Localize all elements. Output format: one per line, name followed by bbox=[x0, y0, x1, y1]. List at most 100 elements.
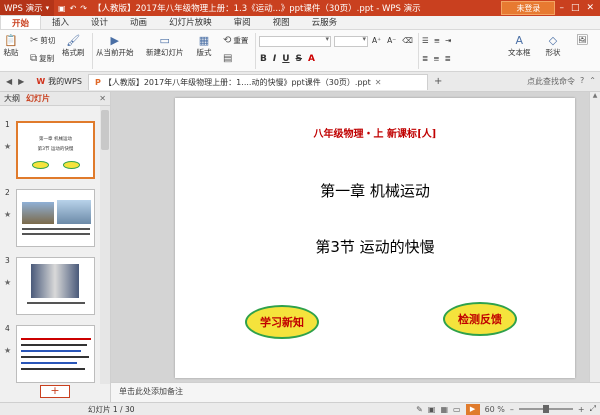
thumb-line: 第一章 机械运动 bbox=[39, 137, 72, 142]
from-current-button[interactable]: ▶ 从当前开始 bbox=[96, 33, 134, 58]
font-family-select[interactable] bbox=[259, 35, 331, 47]
tab-my-wps[interactable]: W 我的WPS bbox=[30, 74, 88, 90]
textbox-button[interactable]: A 文本框 bbox=[508, 33, 531, 58]
app-menu-button[interactable]: WPS 演示 ▾ bbox=[0, 0, 54, 16]
tab-design[interactable]: 设计 bbox=[80, 15, 119, 29]
current-slide[interactable]: 八年级物理・上 新课标[人] 第一章 机械运动 第3节 运动的快慢 学习新知 检… bbox=[175, 98, 575, 378]
slides-panel: 大纲 幻灯片 ✕ 1 ★ 第一章 机械运动 第3节 运动的快慢 2 ★ 3 ★ bbox=[0, 92, 111, 402]
animation-star-icon: ★ bbox=[4, 278, 12, 287]
window-title: 【人教版】2017年八年级物理上册：1.3《运动...》ppt课件（30页）.p… bbox=[92, 4, 421, 14]
cut-button[interactable]: ✂ 剪切 bbox=[30, 35, 55, 46]
bold-icon[interactable]: B bbox=[260, 54, 267, 64]
slide-thumbnail[interactable] bbox=[16, 189, 95, 247]
brush-icon: 🖌 bbox=[66, 33, 81, 47]
shape-button[interactable]: ◇ 形状 bbox=[545, 33, 561, 58]
tab-cloud[interactable]: 云服务 bbox=[301, 15, 349, 29]
slide-thumbnail[interactable]: 第一章 机械运动 第3节 运动的快慢 bbox=[16, 121, 95, 179]
zoom-slider-knob[interactable] bbox=[542, 405, 549, 413]
tab-current-document[interactable]: P 【人教版】2017年八年级物理上册：1....动的快慢》ppt课件（30页）… bbox=[87, 73, 428, 90]
format-painter-button[interactable]: 🖌 格式刷 bbox=[62, 33, 85, 58]
play-icon[interactable]: ▶ bbox=[465, 403, 480, 415]
new-slide-button[interactable]: ▭ 新建幻灯片 bbox=[146, 33, 184, 58]
number-list-icon[interactable]: ≡ bbox=[434, 36, 440, 45]
tab-view[interactable]: 视图 bbox=[262, 15, 301, 29]
tab-home[interactable]: 开始 bbox=[0, 15, 42, 29]
reset-button[interactable]: ⟲ 重置 bbox=[223, 35, 248, 46]
slide-thumbnail[interactable] bbox=[16, 325, 95, 383]
clear-format-icon[interactable]: ⌫ bbox=[402, 36, 413, 45]
close-panel-icon[interactable]: ✕ bbox=[99, 94, 106, 103]
thumb-text-line bbox=[21, 338, 91, 340]
zoom-slider[interactable] bbox=[518, 405, 573, 413]
tab-slideshow[interactable]: 幻灯片放映 bbox=[158, 15, 223, 29]
toolbar: 📋 粘贴 ✂ 剪切 ⧉ 复制 🖌 格式刷 ▶ 从当前开始 ▭ 新建幻灯片 ▦ 版… bbox=[0, 30, 600, 72]
thumb-photo bbox=[22, 202, 54, 224]
strikethrough-icon[interactable]: S bbox=[296, 54, 302, 64]
align-right-icon[interactable]: ≣ bbox=[445, 54, 451, 63]
align-left-icon[interactable]: ≣ bbox=[422, 54, 428, 63]
slide-chapter-title: 第一章 机械运动 bbox=[320, 182, 430, 200]
minimize-icon[interactable]: – bbox=[559, 3, 564, 13]
align-center-icon[interactable]: ≡ bbox=[433, 54, 439, 63]
tab-review[interactable]: 审阅 bbox=[223, 15, 262, 29]
italic-icon[interactable]: I bbox=[273, 54, 276, 64]
reading-view-icon[interactable]: ▭ bbox=[453, 405, 461, 414]
section-button[interactable]: ▤ bbox=[223, 53, 232, 64]
learn-new-button[interactable]: 学习新知 bbox=[245, 305, 319, 339]
font-size-select[interactable] bbox=[334, 35, 368, 47]
font-color-icon[interactable]: A bbox=[308, 54, 315, 64]
indent-icon[interactable]: ⇥ bbox=[445, 36, 451, 45]
tab-outline[interactable]: 大纲 bbox=[4, 93, 20, 104]
login-button[interactable]: 未登录 bbox=[501, 1, 556, 15]
fit-window-icon[interactable]: ⤢ bbox=[590, 404, 596, 414]
paste-button[interactable]: 📋 粘贴 bbox=[3, 33, 19, 58]
zoom-in-icon[interactable]: + bbox=[578, 405, 585, 414]
shrink-font-icon[interactable]: A⁻ bbox=[387, 36, 396, 45]
slide-thumbnail[interactable] bbox=[16, 257, 95, 315]
chevron-left-icon[interactable]: ◀ bbox=[6, 77, 12, 86]
scrollbar-thumb[interactable] bbox=[101, 110, 109, 150]
question-icon[interactable]: ? bbox=[580, 76, 584, 87]
divider bbox=[255, 33, 256, 69]
add-slide-button[interactable]: + bbox=[40, 385, 70, 398]
panel-scrollbar[interactable] bbox=[100, 106, 110, 384]
maximize-icon[interactable]: □ bbox=[571, 3, 580, 13]
save-icon[interactable]: ▣ bbox=[58, 4, 66, 13]
remark-icon[interactable]: ✎ bbox=[416, 405, 423, 414]
notes-pane[interactable]: 单击此处添加备注 bbox=[111, 382, 600, 402]
layout-button[interactable]: ▦ 版式 bbox=[196, 33, 212, 58]
undo-icon[interactable]: ↶ bbox=[70, 4, 77, 13]
divider bbox=[92, 33, 93, 69]
canvas-scrollbar[interactable]: ▲ bbox=[589, 92, 600, 382]
new-slide-label: 新建幻灯片 bbox=[146, 48, 184, 57]
picture-button[interactable]: 🖼 bbox=[576, 35, 589, 46]
chevron-up-icon[interactable]: ⌃ bbox=[589, 76, 596, 87]
chevron-right-icon[interactable]: ▶ bbox=[18, 77, 24, 86]
zoom-value: 60 % bbox=[484, 404, 505, 414]
animation-star-icon: ★ bbox=[4, 346, 12, 355]
thumb-photo bbox=[57, 200, 91, 224]
close-icon[interactable]: ✕ bbox=[586, 3, 594, 13]
tab-slides[interactable]: 幻灯片 bbox=[26, 93, 50, 104]
tab-animation[interactable]: 动画 bbox=[119, 15, 158, 29]
from-current-label: 从当前开始 bbox=[96, 48, 134, 57]
tab-insert[interactable]: 插入 bbox=[41, 15, 80, 29]
copy-button[interactable]: ⧉ 复制 bbox=[30, 53, 54, 64]
thumb-text-line bbox=[21, 350, 81, 352]
redo-icon[interactable]: ↷ bbox=[80, 4, 87, 13]
sorter-view-icon[interactable]: ▦ bbox=[440, 405, 448, 414]
scroll-up-icon[interactable]: ▲ bbox=[590, 92, 600, 99]
normal-view-icon[interactable]: ▣ bbox=[428, 405, 436, 414]
bullet-list-icon[interactable]: ☰ bbox=[422, 36, 429, 45]
copy-icon: ⧉ bbox=[30, 53, 38, 64]
underline-icon[interactable]: U bbox=[282, 54, 289, 64]
grow-font-icon[interactable]: A⁺ bbox=[372, 36, 381, 45]
wps-logo-icon: W bbox=[36, 77, 46, 86]
thumb-text-line bbox=[22, 233, 90, 235]
search-command-hint[interactable]: 点此查找命令 bbox=[527, 76, 575, 87]
close-tab-icon[interactable]: ✕ bbox=[375, 78, 382, 87]
new-tab-button[interactable]: + bbox=[428, 76, 448, 87]
zoom-out-icon[interactable]: – bbox=[510, 405, 514, 414]
test-feedback-button[interactable]: 检测反馈 bbox=[443, 302, 517, 336]
tab-nav: ◀ ▶ bbox=[0, 77, 30, 86]
